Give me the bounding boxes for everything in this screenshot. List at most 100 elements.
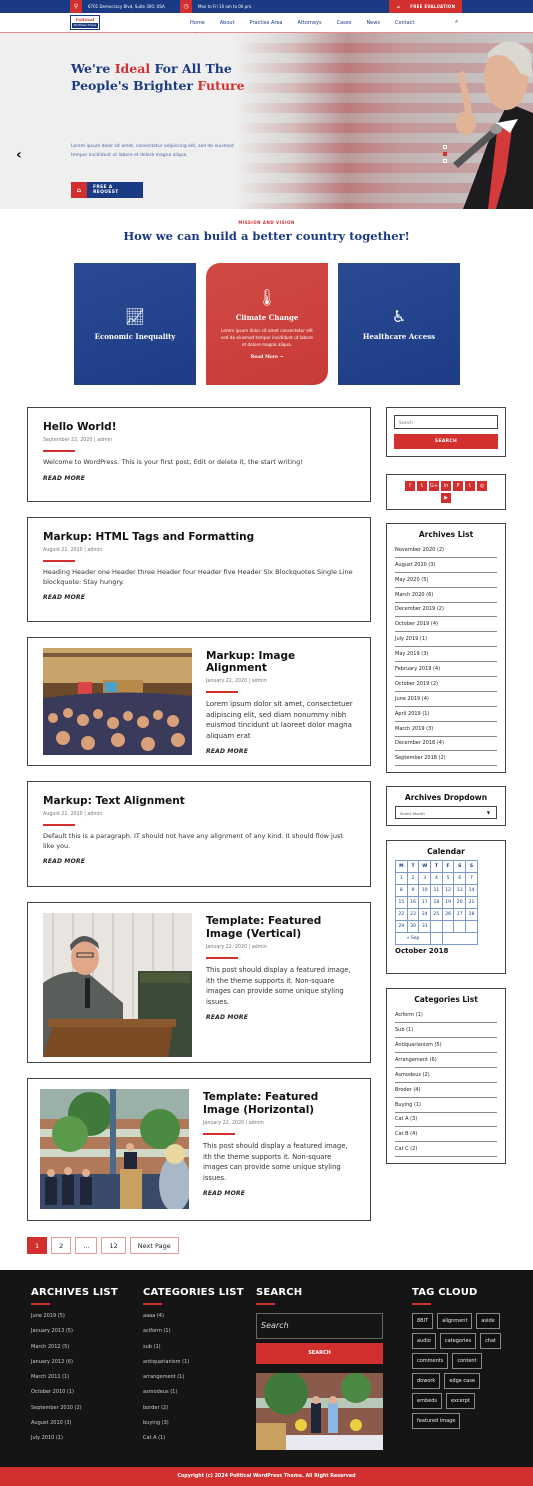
card-read-more-link[interactable]: Read More → bbox=[251, 355, 284, 360]
category-link[interactable]: Cat A (3) bbox=[395, 1113, 497, 1128]
tag-link[interactable]: excerpt bbox=[445, 1393, 475, 1409]
sidebar-search-button[interactable]: SEARCH bbox=[394, 434, 498, 449]
footer-archive-link[interactable]: September 2010 (2) bbox=[31, 1405, 118, 1420]
footer-search-button[interactable]: SEARCH bbox=[256, 1343, 383, 1364]
twitter-icon[interactable]: t bbox=[417, 481, 427, 491]
footer-archive-link[interactable]: October 2010 (1) bbox=[31, 1389, 118, 1404]
read-more-link[interactable]: READ MORE bbox=[206, 1014, 355, 1021]
footer-archive-link[interactable]: January 2012 (6) bbox=[31, 1359, 118, 1374]
footer-archive-link[interactable]: July 2010 (1) bbox=[31, 1435, 118, 1450]
category-link[interactable]: Asmodeus (2) bbox=[395, 1068, 497, 1083]
tag-link[interactable]: alignment bbox=[437, 1313, 473, 1329]
read-more-link[interactable]: READ MORE bbox=[43, 475, 355, 482]
tag-link[interactable]: embeds bbox=[412, 1393, 442, 1409]
youtube-icon[interactable]: ▶ bbox=[441, 493, 451, 503]
category-link[interactable]: Aciform (1) bbox=[395, 1008, 497, 1024]
post-thumbnail-conference[interactable] bbox=[43, 648, 192, 755]
tag-link[interactable]: aside bbox=[476, 1313, 500, 1329]
slider-dot[interactable] bbox=[443, 159, 447, 163]
tag-link[interactable]: featured image bbox=[412, 1413, 461, 1429]
footer-search-input[interactable]: Search bbox=[256, 1313, 383, 1339]
card-economic-inequality[interactable]: 📈︎ Economic Inequality bbox=[74, 263, 196, 385]
category-link[interactable]: Broder (4) bbox=[395, 1083, 497, 1098]
nav-item-cases[interactable]: Cases bbox=[337, 20, 352, 26]
footer-category-link[interactable]: antiquarianism (1) bbox=[143, 1359, 244, 1374]
pinterest-icon[interactable]: P bbox=[453, 481, 463, 491]
post-title[interactable]: Markup: Text Alignment bbox=[43, 795, 355, 807]
read-more-link[interactable]: READ MORE bbox=[206, 748, 355, 755]
card-climate-change[interactable]: 🌡︎ Climate Change Lorem ipsum dolor sit … bbox=[206, 263, 328, 385]
slider-dot-active[interactable] bbox=[443, 152, 447, 156]
category-link[interactable]: Antiquarianism (5) bbox=[395, 1038, 497, 1054]
archive-link[interactable]: June 2019 (4) bbox=[395, 692, 497, 707]
footer-category-link[interactable]: sub (1) bbox=[143, 1344, 244, 1359]
card-healthcare-access[interactable]: ♿︎ Healthcare Access bbox=[338, 263, 460, 385]
nav-item-practise-area[interactable]: Practise Area bbox=[250, 20, 283, 26]
archive-link[interactable]: December 2018 (4) bbox=[395, 737, 497, 752]
archive-link[interactable]: September 2018 (2) bbox=[395, 751, 497, 767]
category-link[interactable]: Cat B (4) bbox=[395, 1127, 497, 1143]
read-more-link[interactable]: READ MORE bbox=[203, 1190, 355, 1197]
nav-item-contact[interactable]: Contact bbox=[395, 20, 414, 26]
category-link[interactable]: Arrangement (6) bbox=[395, 1053, 497, 1068]
free-request-button[interactable]: ⌂ FREE A REQUEST bbox=[71, 182, 143, 198]
footer-category-link[interactable]: buying (3) bbox=[143, 1420, 244, 1435]
read-more-link[interactable]: READ MORE bbox=[43, 594, 355, 601]
archive-link[interactable]: April 2019 (1) bbox=[395, 707, 497, 722]
nav-item-about[interactable]: About bbox=[220, 20, 235, 26]
archive-link[interactable]: November 2020 (2) bbox=[395, 543, 497, 558]
post-title[interactable]: Markup: HTML Tags and Formatting bbox=[43, 531, 355, 543]
archive-link[interactable]: July 2019 (1) bbox=[395, 632, 497, 648]
post-title[interactable]: Markup: Image Alignment bbox=[206, 650, 355, 674]
footer-category-link[interactable]: aciform (1) bbox=[143, 1328, 244, 1343]
nav-item-attorneys[interactable]: Attorneys bbox=[298, 20, 322, 26]
next-page-button[interactable]: Next Page bbox=[129, 1237, 179, 1254]
footer-category-link[interactable]: asmodeus (1) bbox=[143, 1389, 244, 1404]
archive-link[interactable]: August 2020 (3) bbox=[395, 558, 497, 573]
calendar-prev-link[interactable]: « Sep bbox=[394, 932, 432, 946]
site-logo[interactable]: Political WordPress Theme bbox=[70, 15, 100, 30]
facebook-icon[interactable]: f bbox=[405, 481, 415, 491]
read-more-link[interactable]: READ MORE bbox=[43, 858, 355, 865]
page-2-button[interactable]: 2 bbox=[51, 1237, 72, 1254]
post-title[interactable]: Template: Featured Image (Horizontal) bbox=[203, 1091, 355, 1116]
nav-item-home[interactable]: Home bbox=[190, 20, 205, 35]
slider-next-button[interactable]: › bbox=[497, 147, 501, 158]
page-12-button[interactable]: 12 bbox=[101, 1237, 126, 1254]
free-evaluation-button[interactable]: ⌂ FREE EVALUATION bbox=[389, 0, 462, 13]
category-link[interactable]: Cat C (2) bbox=[395, 1142, 497, 1158]
nav-item-news[interactable]: News bbox=[366, 20, 380, 26]
archive-link[interactable]: May 2020 (5) bbox=[395, 573, 497, 588]
footer-archive-link[interactable]: March 2012 (5) bbox=[31, 1344, 118, 1359]
footer-archive-link[interactable]: January 2013 (5) bbox=[31, 1328, 118, 1343]
post-title[interactable]: Template: Featured Image (Vertical) bbox=[206, 915, 355, 940]
tag-link[interactable]: 8BIT bbox=[412, 1313, 434, 1329]
search-icon[interactable]: ⌕ bbox=[455, 18, 458, 26]
tag-link[interactable]: dowork bbox=[412, 1373, 441, 1389]
footer-archive-link[interactable]: June 2019 (5) bbox=[31, 1313, 118, 1328]
footer-category-link[interactable]: Cat A (1) bbox=[143, 1435, 244, 1450]
slider-prev-button[interactable]: ‹ bbox=[16, 147, 22, 163]
footer-category-link[interactable]: border (2) bbox=[143, 1405, 244, 1420]
post-thumbnail-horizontal[interactable] bbox=[40, 1089, 189, 1209]
footer-archive-link[interactable]: March 2011 (1) bbox=[31, 1374, 118, 1389]
google-plus-icon[interactable]: G+ bbox=[429, 481, 439, 491]
archive-link[interactable]: February 2019 (4) bbox=[395, 662, 497, 678]
archive-link[interactable]: May 2019 (3) bbox=[395, 647, 497, 663]
archives-month-select[interactable]: Select Month bbox=[395, 806, 497, 820]
page-1-button[interactable]: 1 bbox=[27, 1237, 48, 1254]
linkedin-icon[interactable]: in bbox=[441, 481, 451, 491]
tag-link[interactable]: comments bbox=[412, 1353, 449, 1369]
footer-category-link[interactable]: aaaa (4) bbox=[143, 1313, 244, 1328]
archive-link[interactable]: March 2019 (3) bbox=[395, 722, 497, 737]
sidebar-search-input[interactable]: Search bbox=[394, 415, 498, 429]
tumblr-icon[interactable]: t bbox=[465, 481, 475, 491]
footer-category-link[interactable]: arrangement (1) bbox=[143, 1374, 244, 1389]
category-link[interactable]: Buying (1) bbox=[395, 1098, 497, 1113]
category-link[interactable]: Sub (1) bbox=[395, 1023, 497, 1039]
tag-link[interactable]: categories bbox=[439, 1333, 477, 1349]
archive-link[interactable]: March 2020 (6) bbox=[395, 588, 497, 603]
footer-archive-link[interactable]: August 2010 (3) bbox=[31, 1420, 118, 1435]
slider-dot[interactable] bbox=[443, 145, 447, 149]
tag-link[interactable]: audio bbox=[412, 1333, 436, 1349]
